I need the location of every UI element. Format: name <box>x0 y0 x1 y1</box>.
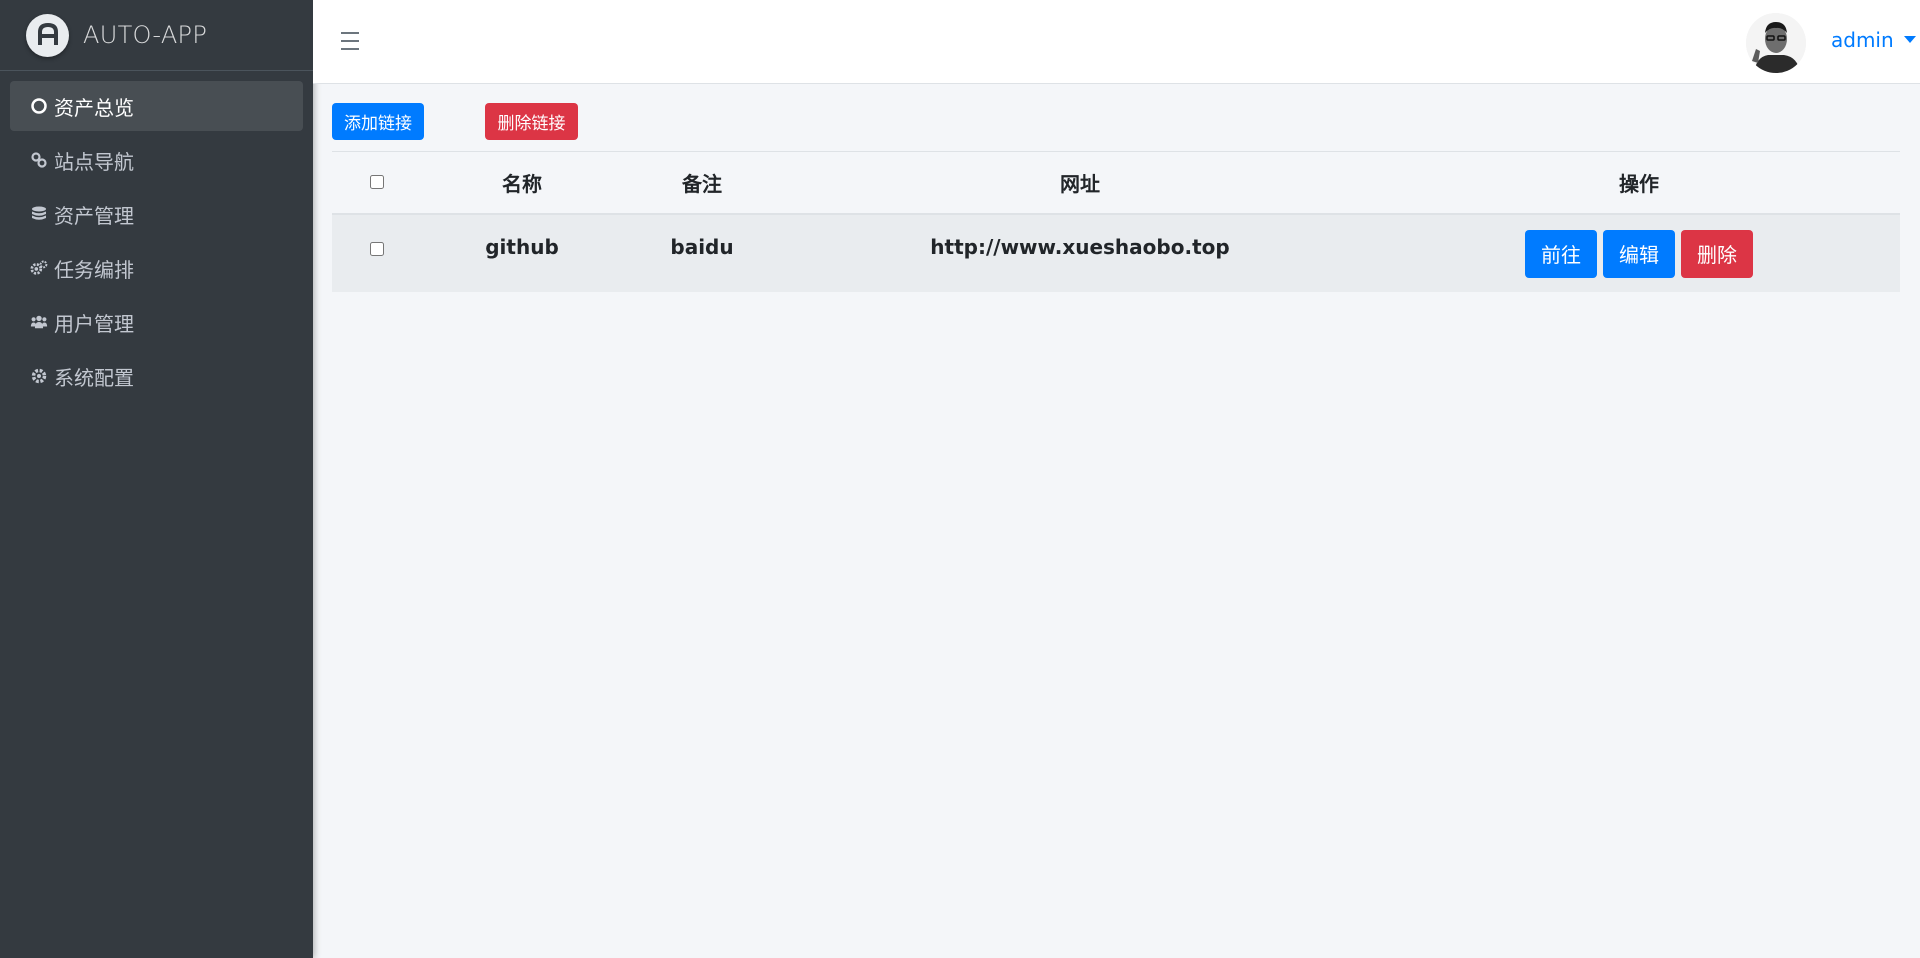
sidebar-item-label: 资产管理 <box>54 203 134 228</box>
link-icon <box>30 151 48 169</box>
brand-name: AUTO-APP <box>83 21 208 49</box>
circle-icon <box>30 97 48 115</box>
brand-logo-icon <box>26 13 69 57</box>
row-check-cell <box>332 214 422 292</box>
cogs-icon <box>30 259 48 277</box>
sidebar-item-label: 任务编排 <box>54 257 134 282</box>
links-table: 名称 备注 网址 操作 github baidu http://www.xues… <box>332 151 1900 292</box>
sidebar-item-asset-overview[interactable]: 资产总览 <box>10 81 303 131</box>
sidebar-item-label: 系统配置 <box>54 365 134 390</box>
sidebar-item-label: 用户管理 <box>54 311 134 336</box>
edit-button[interactable]: 编辑 <box>1603 229 1675 278</box>
add-link-button[interactable]: 添加链接 <box>332 103 424 140</box>
table-row: github baidu http://www.xueshaobo.top 前往… <box>332 213 1900 292</box>
database-icon <box>30 205 48 223</box>
cell-url: http://www.xueshaobo.top <box>930 234 1230 259</box>
username-label: admin <box>1831 28 1894 52</box>
row-checkbox[interactable] <box>370 241 384 256</box>
cell-ops: 前往 编辑 删除 <box>1378 214 1900 292</box>
delete-button[interactable]: 删除 <box>1681 229 1753 278</box>
sidebar-item-site-nav[interactable]: 站点导航 <box>10 135 303 185</box>
sidebar-item-user-manage[interactable]: 用户管理 <box>10 297 303 347</box>
toolbar: 添加链接 删除链接 <box>332 84 1900 151</box>
column-header-ops: 操作 <box>1378 151 1900 215</box>
row-actions: 前往 编辑 删除 <box>1378 229 1900 278</box>
sidebar-item-task-orchestration[interactable]: 任务编排 <box>10 243 303 293</box>
user-avatar[interactable] <box>1746 13 1806 73</box>
sidebar-item-label: 站点导航 <box>54 149 134 174</box>
column-header-url: 网址 <box>782 151 1378 215</box>
column-header-name: 名称 <box>422 151 622 215</box>
user-dropdown[interactable]: admin <box>1831 27 1916 53</box>
gear-icon <box>30 367 48 385</box>
sidebar-item-system-config[interactable]: 系统配置 <box>10 351 303 401</box>
sidebar-nav: 资产总览 站点导航 资产管理 任务编排 用户管理 系统配置 <box>0 71 313 401</box>
main-content: 添加链接 删除链接 名称 备注 网址 操作 github baidu http:… <box>332 84 1900 292</box>
users-icon <box>30 313 48 331</box>
delete-links-button[interactable]: 删除链接 <box>485 103 578 140</box>
app-root: AUTO-APP 资产总览 站点导航 资产管理 任务编排 用户管理 系统配置 a… <box>0 0 1920 958</box>
hamburger-icon[interactable] <box>341 32 359 50</box>
sidebar-item-asset-manage[interactable]: 资产管理 <box>10 189 303 239</box>
select-all-checkbox[interactable] <box>370 175 384 190</box>
cell-remark: baidu <box>670 234 734 259</box>
cell-name: github <box>485 234 559 259</box>
brand[interactable]: AUTO-APP <box>0 0 313 71</box>
caret-down-icon <box>1903 35 1916 43</box>
sidebar-item-label: 资产总览 <box>54 95 134 120</box>
top-navbar: admin <box>313 0 1920 84</box>
go-button[interactable]: 前往 <box>1525 229 1597 278</box>
column-header-remark: 备注 <box>622 151 782 215</box>
select-all-header <box>332 151 422 215</box>
table-header-row: 名称 备注 网址 操作 <box>332 151 1900 215</box>
sidebar: AUTO-APP 资产总览 站点导航 资产管理 任务编排 用户管理 系统配置 <box>0 0 313 958</box>
